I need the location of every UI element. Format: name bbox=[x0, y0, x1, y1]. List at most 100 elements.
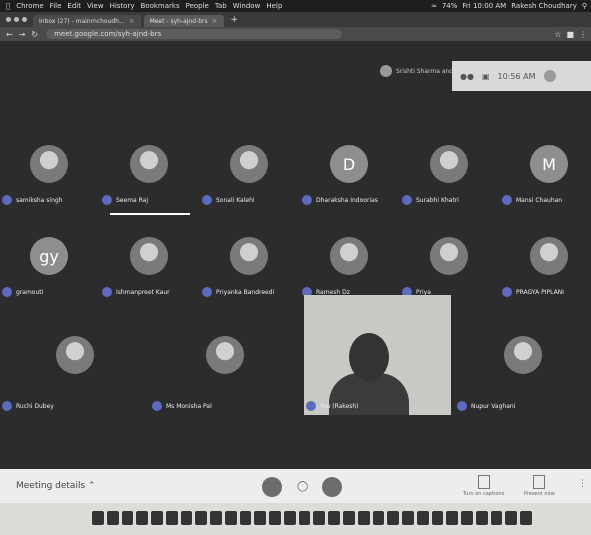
participant-tile[interactable]: Priya bbox=[400, 211, 498, 301]
forward-icon[interactable]: → bbox=[19, 30, 26, 39]
dock-app-icon[interactable] bbox=[505, 511, 518, 525]
dock-app-icon[interactable] bbox=[195, 511, 208, 525]
zoom-window-button[interactable] bbox=[22, 17, 27, 22]
mic-muted-icon bbox=[457, 401, 467, 411]
dock-app-icon[interactable] bbox=[343, 511, 355, 525]
dock-app-icon[interactable] bbox=[151, 511, 163, 525]
participant-tile[interactable]: gy gramouti bbox=[0, 211, 98, 301]
menu-tab[interactable]: Tab bbox=[215, 2, 227, 10]
menu-dots-icon[interactable]: ⋮ bbox=[579, 30, 587, 39]
participant-tile[interactable]: PRAGYA PIPLANI bbox=[500, 211, 591, 301]
tab-meet[interactable]: Meet - syh-ajnd-brs × bbox=[143, 15, 224, 27]
participant-tile[interactable]: Nupur Vaghani bbox=[455, 295, 591, 415]
wifi-icon[interactable]: ≈ bbox=[431, 2, 437, 10]
avatar[interactable] bbox=[543, 70, 556, 82]
camera-button[interactable] bbox=[322, 477, 342, 497]
participant-tile[interactable]: Ms Monisha Pal bbox=[150, 295, 300, 415]
dock-app-icon[interactable] bbox=[121, 511, 134, 525]
present-now-button[interactable]: Present now bbox=[524, 475, 555, 497]
meeting-time: 10:56 AM bbox=[497, 71, 536, 81]
dock-app-icon[interactable] bbox=[520, 511, 532, 525]
dock-app-icon[interactable] bbox=[475, 511, 488, 525]
participant-tile[interactable]: Ruchi Dubey bbox=[0, 295, 150, 415]
avatar bbox=[130, 145, 168, 183]
menu-view[interactable]: View bbox=[87, 2, 104, 10]
participant-tile[interactable]: Ramesh Dz bbox=[300, 211, 398, 301]
dock-app-icon[interactable] bbox=[298, 511, 311, 525]
menubar-user[interactable]: Rakesh Choudhary bbox=[511, 2, 577, 10]
people-icon[interactable]: ●● bbox=[460, 72, 474, 81]
menu-people[interactable]: People bbox=[186, 2, 209, 10]
dock-app-icon[interactable] bbox=[490, 511, 503, 525]
dock-app-icon[interactable] bbox=[106, 511, 119, 525]
dock-app-icon[interactable] bbox=[92, 511, 104, 525]
microphone-button[interactable] bbox=[262, 477, 282, 497]
participant-tile[interactable]: Seema Raj bbox=[100, 119, 198, 209]
mic-muted-icon bbox=[102, 195, 112, 205]
dock-app-icon[interactable] bbox=[387, 511, 400, 525]
avatar bbox=[56, 336, 94, 374]
participant-tile[interactable]: Priyanka Bandreedi bbox=[200, 211, 298, 301]
participant-name: Seema Raj bbox=[116, 196, 149, 204]
star-icon[interactable]: ☆ bbox=[554, 30, 561, 39]
hangup-icon[interactable]: ◯ bbox=[297, 481, 308, 492]
dock-app-icon[interactable] bbox=[165, 511, 178, 525]
mic-muted-icon bbox=[402, 195, 412, 205]
menu-bookmarks[interactable]: Bookmarks bbox=[140, 2, 179, 10]
menu-chrome[interactable]: Chrome bbox=[16, 2, 43, 10]
dock-app-icon[interactable] bbox=[328, 511, 341, 525]
menubar-clock[interactable]: Fri 10:00 AM bbox=[462, 2, 506, 10]
more-options-icon[interactable]: ⋮ bbox=[578, 479, 587, 489]
participant-tile[interactable]: Ishmanpreet Kaur bbox=[100, 211, 198, 301]
menu-edit[interactable]: Edit bbox=[67, 2, 81, 10]
minimize-window-button[interactable] bbox=[14, 17, 19, 22]
reload-icon[interactable]: ↻ bbox=[31, 30, 38, 39]
dock-app-icon[interactable] bbox=[239, 511, 252, 525]
mic-muted-icon bbox=[2, 401, 12, 411]
dock-app-icon[interactable] bbox=[313, 511, 326, 525]
menu-window[interactable]: Window bbox=[233, 2, 261, 10]
apple-icon[interactable]:  bbox=[6, 2, 10, 10]
chat-icon[interactable]: ▣ bbox=[482, 72, 490, 81]
participant-tile[interactable]: samiksha singh bbox=[0, 119, 98, 209]
dock-app-icon[interactable] bbox=[210, 511, 222, 525]
url-field[interactable]: meet.google.com/syh-ajnd-brs bbox=[46, 29, 343, 39]
dock-app-icon[interactable] bbox=[224, 511, 237, 525]
dock-app-icon[interactable] bbox=[180, 511, 193, 525]
dock-app-icon[interactable] bbox=[461, 511, 473, 525]
meeting-details-button[interactable]: Meeting details ⌃ bbox=[16, 481, 96, 491]
dock-app-icon[interactable] bbox=[372, 511, 385, 525]
dock-app-icon[interactable] bbox=[136, 511, 149, 525]
dock-apps bbox=[92, 511, 532, 529]
new-tab-button[interactable]: + bbox=[231, 15, 239, 25]
close-window-button[interactable] bbox=[6, 17, 11, 22]
menu-help[interactable]: Help bbox=[266, 2, 282, 10]
participant-tile[interactable]: Surabhi Khatri bbox=[400, 119, 498, 209]
captions-button[interactable]: Turn on captions bbox=[463, 475, 504, 497]
close-icon[interactable]: × bbox=[129, 17, 135, 25]
menu-file[interactable]: File bbox=[50, 2, 62, 10]
dock-app-icon[interactable] bbox=[446, 511, 459, 525]
battery-percent[interactable]: 74% bbox=[442, 2, 458, 10]
dock-app-icon[interactable] bbox=[416, 511, 429, 525]
dock-app-icon[interactable] bbox=[402, 511, 414, 525]
tab-inbox[interactable]: Inbox (27) - mainrnchoudh... × bbox=[33, 15, 141, 27]
back-icon[interactable]: ← bbox=[6, 30, 13, 39]
dock-app-icon[interactable] bbox=[269, 511, 281, 525]
participant-name-bar: Sonali Kalehi bbox=[202, 195, 255, 205]
self-video-tile[interactable]: You (Rakesh) bbox=[304, 295, 451, 415]
close-icon[interactable]: × bbox=[212, 17, 218, 25]
participant-tile[interactable]: D Dharaksha Indoorias bbox=[300, 119, 398, 209]
participant-tile[interactable]: M Mansi Chauhan bbox=[500, 119, 591, 209]
dock-app-icon[interactable] bbox=[431, 511, 444, 525]
extension-icon[interactable]: ■ bbox=[566, 30, 574, 39]
participant-tile[interactable]: Sonali Kalehi bbox=[200, 119, 298, 209]
menu-history[interactable]: History bbox=[110, 2, 135, 10]
search-icon[interactable]: ⚲ bbox=[582, 2, 587, 10]
participant-name-bar: Surabhi Khatri bbox=[402, 195, 459, 205]
dock-app-icon[interactable] bbox=[357, 511, 370, 525]
dock-app-icon[interactable] bbox=[254, 511, 267, 525]
avatar bbox=[504, 336, 542, 374]
dock-app-icon[interactable] bbox=[283, 511, 296, 525]
avatar: D bbox=[330, 145, 368, 183]
